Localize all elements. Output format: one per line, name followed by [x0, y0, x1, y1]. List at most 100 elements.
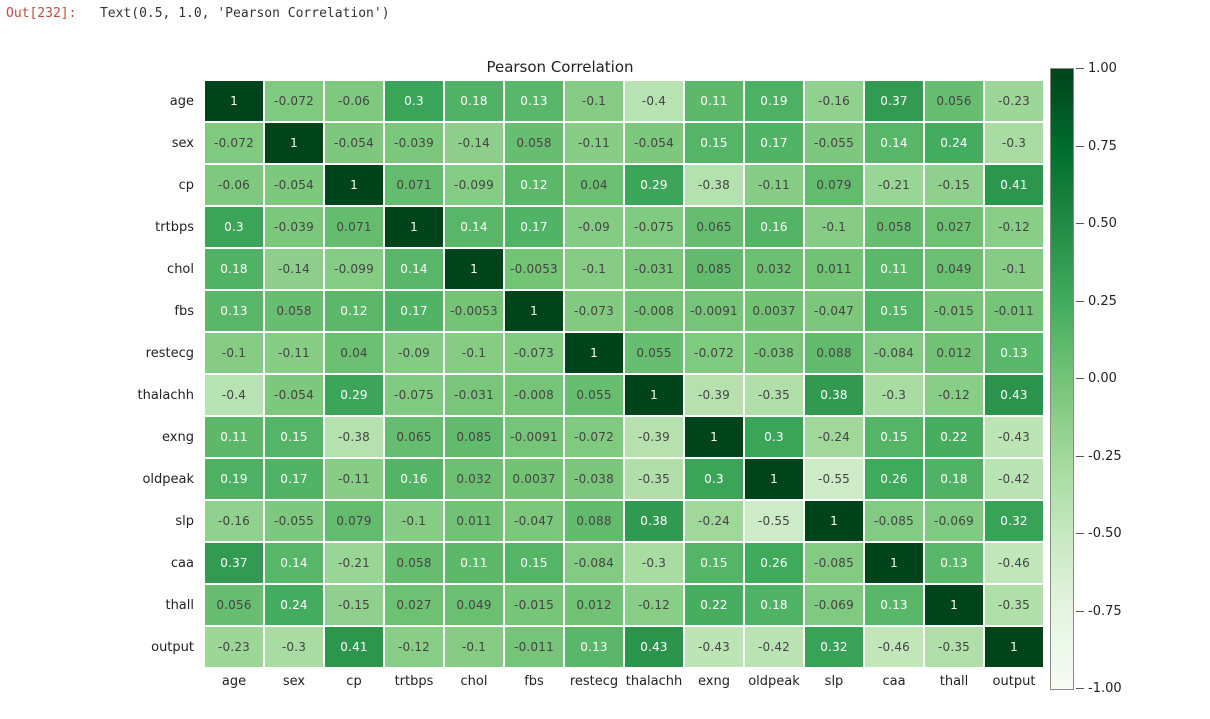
heatmap-cell: -0.12 [924, 374, 984, 416]
heatmap-cell: 1 [444, 248, 504, 290]
heatmap-cell: -0.055 [264, 500, 324, 542]
heatmap-cell: -0.46 [864, 626, 924, 668]
heatmap-cell: 0.12 [504, 164, 564, 206]
heatmap-cell: -0.011 [504, 626, 564, 668]
colorbar-tick: -0.50 [1076, 526, 1122, 541]
heatmap-cell: 0.065 [384, 416, 444, 458]
heatmap-cell: -0.35 [984, 584, 1044, 626]
heatmap-cell: -0.075 [384, 374, 444, 416]
heatmap-cell: -0.35 [924, 626, 984, 668]
heatmap-cell: -0.09 [564, 206, 624, 248]
heatmap-cell: -0.008 [624, 290, 684, 332]
heatmap-cell: -0.054 [624, 122, 684, 164]
heatmap-cell: -0.14 [444, 122, 504, 164]
x-tick-label: trtbps [384, 668, 444, 696]
heatmap-cell: 0.16 [384, 458, 444, 500]
heatmap-cell: -0.099 [444, 164, 504, 206]
heatmap-cell: -0.16 [804, 80, 864, 122]
heatmap-cell: 0.11 [684, 80, 744, 122]
heatmap-cell: -0.42 [984, 458, 1044, 500]
y-tick-label: thall [140, 584, 204, 626]
heatmap-cell: -0.072 [204, 122, 264, 164]
heatmap-cell: -0.39 [624, 416, 684, 458]
colorbar-tick-label: -0.50 [1088, 526, 1122, 541]
heatmap-cell: -0.21 [864, 164, 924, 206]
heatmap-cell: -0.35 [624, 458, 684, 500]
heatmap-x-axis: agesexcptrtbpscholfbsrestecgthalachhexng… [140, 668, 1044, 696]
colorbar-tick-label: 1.00 [1088, 61, 1117, 76]
heatmap-cell: 0.3 [744, 416, 804, 458]
heatmap-cell: -0.054 [264, 164, 324, 206]
x-tick-label: cp [324, 668, 384, 696]
x-tick-label: thall [924, 668, 984, 696]
heatmap-cell: 0.085 [444, 416, 504, 458]
y-tick-label: oldpeak [140, 458, 204, 500]
heatmap-cell: -0.015 [924, 290, 984, 332]
y-tick-label: cp [140, 164, 204, 206]
heatmap-cell: -0.085 [804, 542, 864, 584]
colorbar-tick: 0.00 [1076, 371, 1117, 386]
heatmap-cell: -0.55 [744, 500, 804, 542]
heatmap-cell: -0.011 [984, 290, 1044, 332]
heatmap-cell: 0.32 [984, 500, 1044, 542]
heatmap-cell: -0.069 [804, 584, 864, 626]
heatmap-cell: -0.0053 [504, 248, 564, 290]
heatmap-cell: -0.015 [504, 584, 564, 626]
heatmap-cell: -0.12 [984, 206, 1044, 248]
heatmap-cell: -0.1 [444, 626, 504, 668]
heatmap-cell: 0.43 [624, 626, 684, 668]
heatmap-cell: -0.072 [684, 332, 744, 374]
x-tick-label: sex [264, 668, 324, 696]
heatmap-cell: 0.088 [804, 332, 864, 374]
heatmap-cell: 0.012 [924, 332, 984, 374]
heatmap-cell: -0.039 [264, 206, 324, 248]
heatmap-cell: 0.13 [504, 80, 564, 122]
heatmap-cell: 0.056 [204, 584, 264, 626]
heatmap-cell: -0.38 [684, 164, 744, 206]
heatmap-cell: 0.032 [444, 458, 504, 500]
heatmap-cell: -0.55 [804, 458, 864, 500]
heatmap-cell: 0.41 [984, 164, 1044, 206]
heatmap-cell: -0.038 [564, 458, 624, 500]
heatmap-cell: 0.058 [384, 542, 444, 584]
jupyter-output-prompt: Out[232]: Text(0.5, 1.0, 'Pearson Correl… [6, 6, 390, 21]
heatmap-cell: -0.39 [684, 374, 744, 416]
heatmap-cell: -0.38 [324, 416, 384, 458]
heatmap-cell: 0.15 [684, 122, 744, 164]
heatmap-cell: -0.084 [864, 332, 924, 374]
heatmap-cell: 1 [744, 458, 804, 500]
y-tick-label: trtbps [140, 206, 204, 248]
heatmap-cell: -0.069 [924, 500, 984, 542]
heatmap-cell: 0.13 [204, 290, 264, 332]
heatmap-cell: 0.26 [864, 458, 924, 500]
heatmap-cell: 0.011 [444, 500, 504, 542]
x-tick-label: chol [444, 668, 504, 696]
heatmap-cell: 0.19 [204, 458, 264, 500]
heatmap-cell: 1 [624, 374, 684, 416]
heatmap-cell: -0.073 [564, 290, 624, 332]
heatmap-cell: 0.14 [384, 248, 444, 290]
heatmap-cell: 1 [984, 626, 1044, 668]
heatmap-cell: -0.09 [384, 332, 444, 374]
heatmap-cell: 0.088 [564, 500, 624, 542]
colorbar-tick-label: 0.75 [1088, 139, 1117, 154]
heatmap-cell: -0.06 [204, 164, 264, 206]
heatmap-cell: 0.055 [624, 332, 684, 374]
heatmap-cell: 1 [384, 206, 444, 248]
heatmap-cell: 0.15 [864, 290, 924, 332]
heatmap-cell: 0.058 [264, 290, 324, 332]
heatmap-cell: 1 [804, 500, 864, 542]
heatmap-cell: -0.11 [264, 332, 324, 374]
heatmap-cell: 0.12 [324, 290, 384, 332]
heatmap-cell: -0.06 [324, 80, 384, 122]
heatmap-cell: -0.3 [264, 626, 324, 668]
x-tick-label: fbs [504, 668, 564, 696]
heatmap-cell: 0.079 [324, 500, 384, 542]
heatmap-cell: 0.43 [984, 374, 1044, 416]
heatmap-cell: -0.3 [624, 542, 684, 584]
heatmap-cell: -0.073 [504, 332, 564, 374]
heatmap-cell: -0.1 [204, 332, 264, 374]
heatmap-cell: -0.3 [984, 122, 1044, 164]
colorbar-tick-label: -0.25 [1088, 449, 1122, 464]
heatmap-cell: -0.031 [444, 374, 504, 416]
